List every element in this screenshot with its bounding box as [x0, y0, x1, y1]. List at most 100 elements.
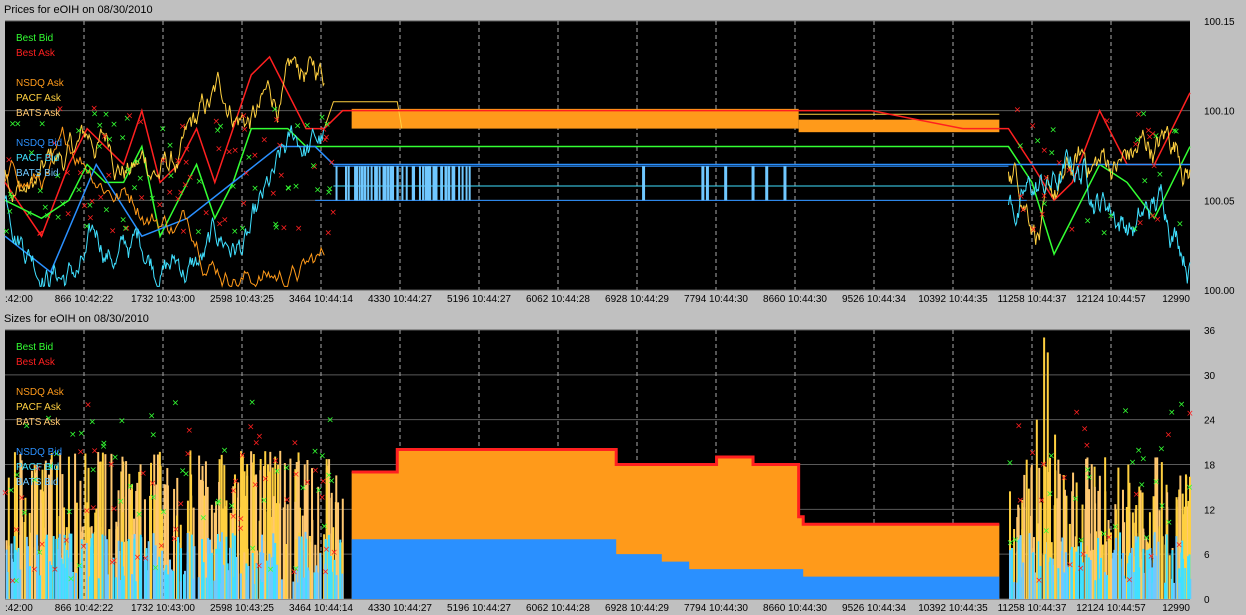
x-tick-label: 1732 10:43:00 [131, 294, 195, 305]
size-bar [245, 579, 248, 599]
x-tick-label: 6062 10:44:28 [526, 294, 590, 305]
size-marker: × [110, 504, 118, 514]
size-bar [110, 453, 113, 599]
legend-best-bid: Best Bid [16, 342, 53, 353]
legend-bats-ask: BATS Ask [16, 417, 61, 428]
quote-marker: × [1100, 229, 1108, 239]
quote-marker: × [1029, 121, 1037, 131]
size-marker: × [109, 558, 117, 568]
size-marker: × [76, 562, 84, 572]
quote-marker: × [229, 182, 237, 192]
quote-marker: × [295, 224, 303, 234]
size-marker: × [1100, 529, 1108, 539]
size-marker: × [149, 479, 157, 489]
y-tick-label: 30 [1204, 371, 1216, 382]
size-bar [1103, 572, 1106, 599]
nsdq-ask-band [351, 108, 799, 129]
size-bar [197, 577, 200, 599]
size-marker: × [127, 482, 135, 492]
size-bar [125, 541, 128, 599]
size-marker: × [312, 466, 320, 476]
size-marker: × [1017, 496, 1025, 506]
size-marker: × [139, 469, 147, 479]
quote-marker: × [242, 169, 250, 179]
size-bar [127, 539, 130, 599]
size-marker: × [283, 464, 291, 474]
size-marker: × [199, 513, 207, 523]
size-bar [147, 541, 150, 599]
size-bar [1178, 582, 1181, 599]
quote-marker: × [239, 224, 247, 234]
quote-marker: × [231, 227, 239, 237]
size-bar [1112, 552, 1115, 599]
size-bar [169, 559, 172, 599]
size-marker: × [1012, 535, 1020, 545]
x-tick-label: 10392 10:44:35 [918, 294, 988, 305]
quote-marker: × [64, 168, 72, 178]
size-bar [1074, 571, 1077, 599]
size-marker: × [67, 574, 75, 584]
quote-marker: × [280, 223, 288, 233]
size-marker: × [1168, 408, 1176, 418]
size-marker: × [84, 401, 92, 411]
quote-marker: × [180, 227, 188, 237]
y-tick-label: 36 [1204, 326, 1216, 337]
y-tick-label: 100.15 [1204, 17, 1235, 28]
size-marker: × [229, 512, 237, 522]
size-bar [268, 553, 271, 599]
size-marker: × [89, 466, 97, 476]
size-bar [1160, 462, 1163, 599]
quote-marker: × [64, 210, 72, 220]
quote-marker: × [137, 117, 145, 127]
quote-marker: × [1176, 220, 1184, 230]
size-marker: × [63, 536, 71, 546]
size-marker: × [9, 577, 17, 587]
size-marker: × [21, 509, 29, 519]
size-bar [191, 578, 194, 599]
size-bar [1046, 352, 1049, 599]
quote-marker: × [166, 188, 174, 198]
quote-marker: × [36, 186, 44, 196]
size-bar [227, 570, 230, 599]
size-marker: × [1143, 533, 1151, 543]
quote-marker: × [325, 228, 333, 238]
size-bar [1188, 554, 1191, 599]
size-marker: × [1079, 550, 1087, 560]
x-tick-label: 8660 10:44:30 [763, 603, 827, 614]
x-tick-label: 1732 10:43:00 [131, 603, 195, 614]
size-bar [1142, 572, 1145, 599]
size-bar [10, 543, 13, 599]
quote-marker: × [1172, 127, 1180, 137]
quote-marker: × [1131, 224, 1139, 234]
size-bar [74, 572, 77, 599]
quote-marker: × [25, 209, 33, 219]
legend-bats-bid: BATS Bid [16, 168, 59, 179]
size-bar [1181, 558, 1184, 599]
size-bar [341, 573, 344, 599]
size-bar [270, 557, 273, 599]
quote-marker: × [109, 226, 117, 236]
quote-marker: × [182, 158, 190, 168]
quote-marker: × [1107, 211, 1115, 221]
size-marker: × [318, 452, 326, 462]
size-marker: × [91, 447, 99, 457]
quote-marker: × [159, 124, 167, 134]
size-marker: × [80, 542, 88, 552]
size-bar [165, 564, 168, 599]
size-bar [289, 458, 292, 599]
size-marker: × [38, 540, 46, 550]
x-tick-label: 2598 10:43:25 [210, 294, 274, 305]
quote-marker: × [1040, 191, 1048, 201]
size-bar [261, 582, 264, 599]
size-bar [1110, 558, 1113, 599]
size-bar [16, 551, 19, 599]
quote-marker: × [1017, 192, 1025, 202]
quote-marker: × [202, 208, 210, 218]
size-bar [30, 470, 33, 599]
size-bar [155, 570, 158, 599]
size-bar [58, 533, 61, 599]
size-bar [218, 548, 221, 599]
quote-marker: × [179, 122, 187, 132]
size-marker: × [1129, 458, 1137, 468]
size-marker: × [31, 565, 39, 575]
